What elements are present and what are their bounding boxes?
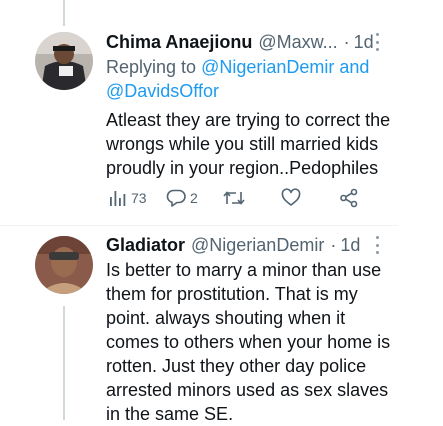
display-name[interactable]: Chima Anaejionu bbox=[106, 30, 252, 54]
tweet-header: Gladiator @NigerianDemir · 1d bbox=[106, 233, 396, 257]
mention-and[interactable]: and bbox=[339, 57, 369, 77]
thread-connector-top bbox=[63, 0, 65, 26]
share-button[interactable] bbox=[339, 186, 359, 210]
views-button[interactable]: 73 bbox=[109, 186, 147, 210]
tweet-content: Gladiator @NigerianDemir · 1d Is better … bbox=[106, 233, 396, 426]
tweet-header: Chima Anaejionu @Maxw... · 1d bbox=[106, 30, 396, 54]
mention-link[interactable]: @DavidsOffor bbox=[106, 81, 219, 101]
replying-to-label: Replying to bbox=[106, 57, 197, 77]
views-count: 73 bbox=[131, 190, 147, 206]
retweet-button[interactable] bbox=[223, 186, 249, 210]
tweet-text: Atleast they are trying to correct the w… bbox=[106, 110, 391, 178]
more-vertical-icon[interactable] bbox=[374, 33, 380, 51]
like-button[interactable] bbox=[281, 186, 305, 210]
avatar-gladiator[interactable] bbox=[35, 236, 93, 294]
reply-button[interactable]: 2 bbox=[166, 186, 198, 210]
mention-link[interactable]: @NigerianDemir bbox=[201, 57, 334, 77]
retweet-icon bbox=[223, 191, 245, 205]
share-icon bbox=[340, 188, 358, 208]
more-vertical-icon[interactable] bbox=[374, 236, 380, 254]
tweet-divider bbox=[0, 225, 398, 226]
timestamp[interactable]: 1d bbox=[340, 233, 360, 257]
tweet-content: Chima Anaejionu @Maxw... · 1d Replying t… bbox=[106, 30, 396, 180]
tweet-actions: 73 2 bbox=[109, 186, 369, 210]
separator-dot: · bbox=[343, 32, 350, 52]
speech-bubble-icon bbox=[166, 189, 186, 207]
replying-to: Replying to @NigerianDemir and @DavidsOf… bbox=[106, 55, 396, 103]
tweet-text: Is better to marry a minor than use them… bbox=[106, 260, 391, 424]
user-handle[interactable]: @NigerianDemir bbox=[191, 233, 324, 257]
reply-count: 2 bbox=[190, 190, 198, 206]
separator-dot: · bbox=[330, 235, 337, 255]
display-name[interactable]: Gladiator bbox=[106, 233, 185, 257]
bar-chart-icon bbox=[110, 191, 126, 206]
heart-icon bbox=[281, 188, 301, 206]
user-handle[interactable]: @Maxw... bbox=[258, 30, 337, 54]
thread-connector-bottom bbox=[63, 306, 65, 420]
timestamp[interactable]: 1d bbox=[354, 30, 374, 54]
avatar-chima[interactable] bbox=[35, 32, 93, 90]
